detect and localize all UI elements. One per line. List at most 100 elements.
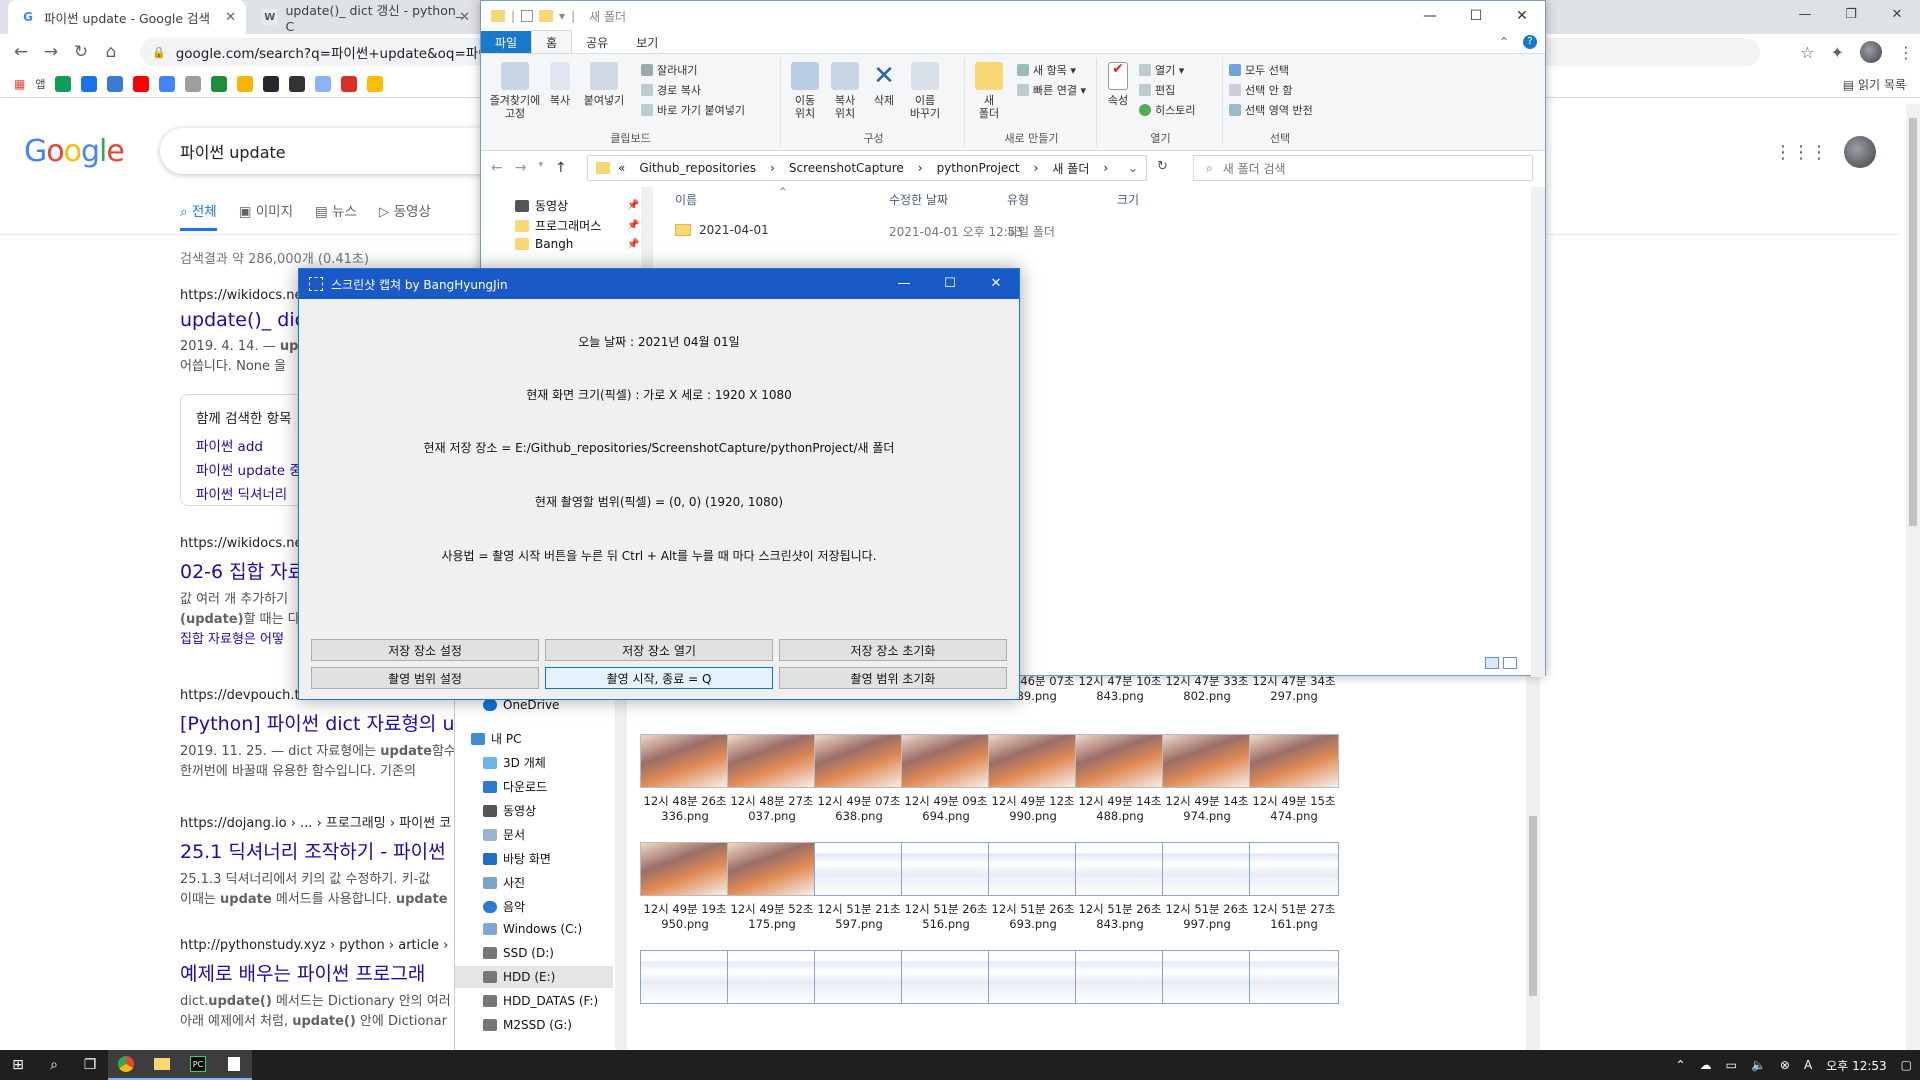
new-item-button[interactable]: 새 항목 ▾ — [1017, 62, 1076, 78]
screenshot-file[interactable]: 12시 51분 27초 161.png — [1244, 842, 1344, 932]
column-name[interactable]: 이름 — [675, 187, 697, 213]
tab-google-search[interactable]: G 파이썬 update - Google 검색 ✕ — [8, 0, 246, 34]
clock[interactable]: 오후 12:53 — [1826, 1057, 1886, 1074]
ime-indicator[interactable]: A — [1804, 1058, 1812, 1072]
screenshot-file[interactable]: 12시 51분 26초 516.png — [896, 842, 996, 932]
reading-list[interactable]: ▤ 읽기 목록 — [1843, 76, 1906, 93]
easy-access-button[interactable]: 빠른 연결 ▾ — [1017, 82, 1086, 98]
task-view-icon[interactable]: ❐ — [72, 1050, 108, 1080]
screenshot-file[interactable] — [722, 950, 822, 1010]
screenshot-file[interactable]: 12시 49분 14초 488.png — [1070, 734, 1170, 824]
nav-onedrive[interactable]: OneDrive — [483, 698, 559, 712]
screenshot-file[interactable]: 12시 49분 12초 990.png — [983, 734, 1083, 824]
maximize-icon[interactable]: ☐ — [927, 269, 973, 299]
bookmark-icon[interactable] — [211, 75, 228, 92]
copy-to-button[interactable]: 복사 위치 — [827, 62, 863, 120]
open-save-location-button[interactable]: 저장 장소 열기 — [545, 639, 773, 661]
page-scrollbar[interactable] — [1906, 104, 1920, 1050]
onedrive-cloud-icon[interactable]: ☁ — [1700, 1058, 1712, 1072]
pin-button[interactable]: 즐겨찾기에 고정 — [487, 62, 543, 120]
bookmark-star-icon[interactable]: ☆ — [1800, 43, 1814, 62]
history-button[interactable]: 히스토리 — [1139, 102, 1195, 118]
screenshot-file[interactable]: 12시 48분 26초 336.png — [635, 734, 735, 824]
column-date[interactable]: 수정한 날짜 — [889, 187, 948, 213]
file-row-name[interactable]: 2021-04-01 — [675, 223, 769, 237]
column-type[interactable]: 유형 — [1007, 187, 1029, 213]
folder-search-input[interactable]: ⌕ 새 폴더 검색 — [1193, 155, 1533, 181]
tab-videos[interactable]: ▷ 동영상 — [379, 200, 431, 231]
large-icons-view-icon[interactable] — [1503, 657, 1517, 669]
screenshot-file[interactable]: 12시 49분 07초 638.png — [809, 734, 909, 824]
file-explorer-icon[interactable] — [144, 1050, 180, 1080]
select-none-button[interactable]: 선택 안 함 — [1229, 82, 1292, 98]
nav-downloads[interactable]: 다운로드 — [483, 778, 547, 795]
screenshot-file[interactable] — [1157, 950, 1257, 1010]
new-folder-button[interactable]: 새 폴더 — [971, 62, 1007, 120]
search-icon[interactable]: ⌕ — [36, 1050, 72, 1080]
forward-icon[interactable]: → — [515, 160, 527, 176]
google-apps-icon[interactable]: ⋮⋮⋮ — [1774, 142, 1828, 163]
nav-drive-c[interactable]: Windows (C:) — [483, 922, 582, 936]
paste-shortcut-button[interactable]: 바로 가기 붙여넣기 — [641, 102, 745, 118]
delete-button[interactable]: ✕ 삭제 — [869, 62, 899, 107]
bookmark-icon[interactable] — [315, 75, 332, 92]
tab-images[interactable]: ▣ 이미지 — [239, 200, 293, 231]
path-overflow[interactable]: « — [618, 161, 625, 175]
reset-save-location-button[interactable]: 저장 장소 초기화 — [779, 639, 1007, 661]
bookmark-icon[interactable] — [341, 75, 358, 92]
nav-this-pc[interactable]: 내 PC — [471, 730, 521, 747]
apps-icon[interactable]: ▦ — [14, 77, 25, 91]
tab-all[interactable]: ⌕ 전체 — [180, 200, 217, 231]
start-windows-icon[interactable]: ⊞ — [0, 1050, 36, 1080]
screenshot-file[interactable]: 12시 49분 15초 474.png — [1244, 734, 1344, 824]
nav-drive-e[interactable]: HDD (E:) — [483, 970, 555, 984]
menu-icon[interactable]: ⋮ — [1898, 43, 1914, 62]
help-icon[interactable]: ? — [1523, 35, 1537, 49]
result-title[interactable]: 예제로 배우는 파이썬 프로그래 — [180, 959, 500, 986]
path-segment[interactable]: pythonProject — [937, 161, 1020, 175]
address-path[interactable]: « Github_repositories › ScreenshotCaptur… — [587, 155, 1147, 181]
minimize-icon[interactable]: — — [1407, 1, 1453, 31]
capture-app-taskbar-icon[interactable] — [216, 1050, 252, 1080]
screenshot-file[interactable]: 12시 47분 10초 843.png — [1070, 676, 1170, 704]
refresh-icon[interactable]: ↻ — [1157, 159, 1168, 174]
pycharm-icon[interactable]: PC — [180, 1050, 216, 1080]
chrome-icon[interactable] — [108, 1050, 144, 1080]
properties-button[interactable]: ✔ 속성 — [1103, 62, 1133, 107]
bookmark-icon[interactable] — [185, 75, 202, 92]
screenshot-file[interactable]: 12시 48분 27초 037.png — [722, 734, 822, 824]
drive-icon[interactable] — [237, 75, 254, 92]
set-capture-range-button[interactable]: 촬영 범위 설정 — [311, 667, 539, 689]
back-icon[interactable]: ← — [6, 42, 36, 62]
result-url[interactable]: https://dojang.io › ... › 프로그래밍 › 파이썬 코 — [180, 812, 500, 831]
close-tab-icon[interactable]: ✕ — [225, 10, 236, 25]
nav-drive-d[interactable]: SSD (D:) — [483, 946, 554, 960]
new-folder-icon[interactable] — [539, 10, 554, 22]
forward-icon[interactable]: → — [36, 42, 66, 62]
screenshot-file[interactable] — [1244, 950, 1344, 1010]
path-segment[interactable]: Github_repositories — [639, 161, 756, 175]
google-icon[interactable] — [159, 75, 176, 92]
tab-wikidocs[interactable]: W update()_ dict 갱신 - python_ C ✕ — [250, 0, 480, 34]
bookmark-icon[interactable] — [81, 75, 98, 92]
close-icon[interactable]: ✕ — [1874, 0, 1920, 30]
path-segment[interactable]: ScreenshotCapture — [789, 161, 904, 175]
nav-documents[interactable]: 문서 — [483, 826, 525, 843]
screenshot-file[interactable] — [1070, 950, 1170, 1010]
close-icon[interactable]: ✕ — [1499, 1, 1545, 31]
network-icon[interactable]: ▭ — [1726, 1058, 1737, 1072]
nav-desktop[interactable]: 바탕 화면 — [483, 850, 551, 867]
column-size[interactable]: 크기 — [1117, 187, 1139, 213]
minimize-icon[interactable]: — — [881, 269, 927, 299]
github-icon[interactable] — [263, 75, 280, 92]
scrollbar-thumb[interactable] — [1529, 816, 1537, 996]
result-title[interactable]: [Python] 파이썬 dict 자료형의 u — [180, 709, 500, 736]
show-hidden-icons-icon[interactable]: ⌃ — [1676, 1058, 1686, 1072]
nav-scrollbar[interactable] — [615, 676, 627, 1050]
screenshot-file[interactable]: 12시 51분 26초 693.png — [983, 842, 1083, 932]
result-title[interactable]: 25.1 딕셔너리 조작하기 - 파이썬 — [180, 837, 500, 864]
tab-view[interactable]: 보기 — [622, 31, 672, 54]
path-separator[interactable]: › — [1103, 161, 1108, 175]
invert-selection-button[interactable]: 선택 영역 반전 — [1229, 102, 1313, 118]
youtube-icon[interactable] — [133, 75, 150, 92]
